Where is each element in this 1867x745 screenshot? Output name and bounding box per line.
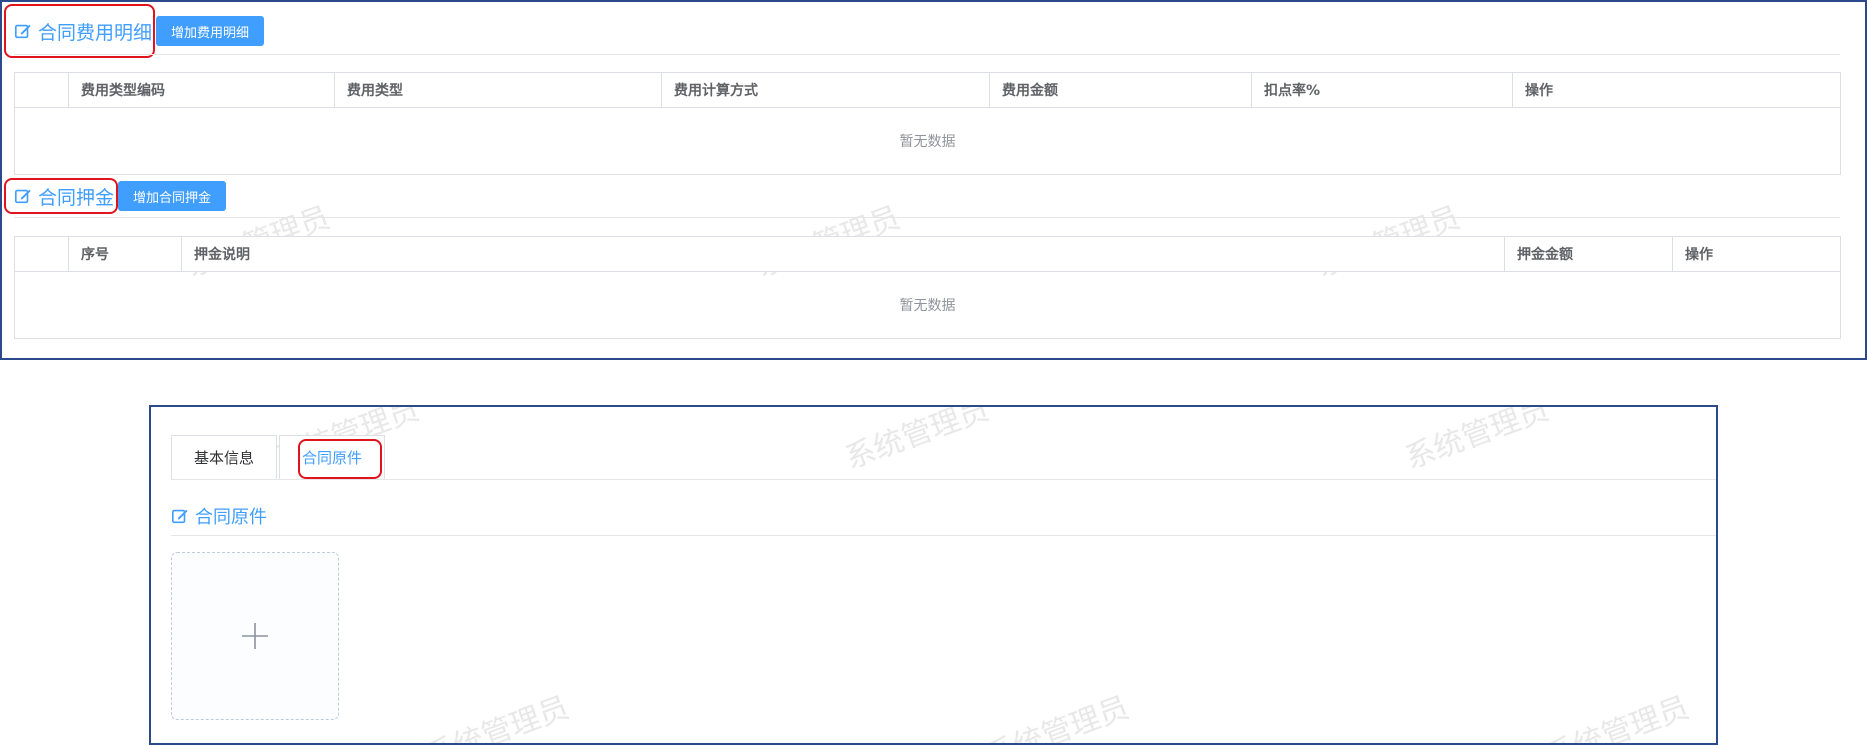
tab-contract-original[interactable]: 合同原件 xyxy=(279,435,386,479)
add-deposit-button[interactable]: 增加合同押金 xyxy=(118,181,227,211)
table-header-row: 费用类型编码 费用类型 费用计算方式 费用金额 扣点率% 操作 xyxy=(14,72,1841,108)
column-header: 押金金额 xyxy=(1504,236,1673,272)
watermark: 系统管理员 xyxy=(1540,690,1694,745)
divider xyxy=(14,54,1840,55)
column-header: 操作 xyxy=(1672,236,1841,272)
deposit-section-title-text: 合同押金 xyxy=(38,186,115,209)
table-header-row: 序号 押金说明 押金金额 操作 xyxy=(14,236,1841,272)
add-fee-detail-button[interactable]: 增加费用明细 xyxy=(156,16,265,46)
empty-state: 暂无数据 xyxy=(14,107,1841,175)
column-header xyxy=(14,236,69,272)
column-header: 费用类型编码 xyxy=(68,72,335,108)
column-header: 押金说明 xyxy=(181,236,1505,272)
edit-icon xyxy=(14,24,31,39)
original-section-header: 合同原件 xyxy=(171,503,267,529)
original-section-title: 合同原件 xyxy=(171,503,267,529)
column-header: 扣点率% xyxy=(1251,72,1513,108)
tab-basic-info[interactable]: 基本信息 xyxy=(171,435,278,479)
fee-section-title: 合同费用明细 xyxy=(14,18,152,45)
watermark: 系统管理员 xyxy=(980,690,1134,745)
fee-table: 费用类型编码 费用类型 费用计算方式 费用金额 扣点率% 操作 暂无数据 xyxy=(14,72,1841,175)
deposit-table: 序号 押金说明 押金金额 操作 暂无数据 xyxy=(14,236,1841,339)
column-header: 序号 xyxy=(68,236,182,272)
divider xyxy=(171,535,1716,536)
column-header: 费用金额 xyxy=(989,72,1252,108)
plus-icon xyxy=(242,623,268,649)
fee-section-header: 合同费用明细 增加费用明细 xyxy=(14,16,265,46)
watermark: 系统管理员 xyxy=(1400,405,1554,477)
contract-original-panel: 系统管理员 系统管理员 系统管理员 系统管理员 系统管理员 系统管理员 基本信息… xyxy=(149,405,1718,745)
divider xyxy=(14,217,1840,218)
original-section-title-text: 合同原件 xyxy=(195,507,267,528)
watermark: 系统管理员 xyxy=(840,405,994,477)
empty-state: 暂无数据 xyxy=(14,271,1841,339)
tab-divider xyxy=(171,479,1716,480)
deposit-section-title: 合同押金 xyxy=(14,183,114,210)
column-header xyxy=(14,72,69,108)
watermark: 系统管理员 xyxy=(420,690,574,745)
contract-detail-panel: 系统管理员 系统管理员 系统管理员 合同费用明细 增加费用明细 费用类型编码 费… xyxy=(0,0,1867,360)
upload-card[interactable] xyxy=(171,552,339,720)
edit-icon xyxy=(14,189,31,204)
deposit-section-header: 合同押金 增加合同押金 xyxy=(14,181,227,211)
tab-bar: 基本信息 合同原件 xyxy=(171,435,387,479)
column-header: 操作 xyxy=(1512,72,1841,108)
edit-icon xyxy=(171,509,188,524)
column-header: 费用类型 xyxy=(334,72,662,108)
fee-section-title-text: 合同费用明细 xyxy=(38,21,153,44)
column-header: 费用计算方式 xyxy=(661,72,990,108)
